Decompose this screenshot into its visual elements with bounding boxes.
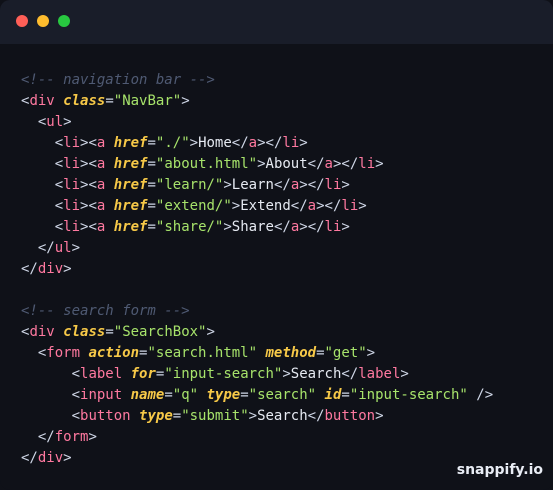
close-icon[interactable] xyxy=(16,15,28,27)
code-line: <label for="input-search">Search</label> xyxy=(71,366,409,382)
code-window: <!-- navigation bar --> <div class="NavBa… xyxy=(0,0,553,490)
code-line: <li><a href="share/">Share</a></li> xyxy=(54,219,350,235)
code-line: <li><a href="about.html">About</a></li> xyxy=(54,156,384,172)
code-line: <li><a href="extend/">Extend</a></li> xyxy=(54,198,367,214)
code-line: <!-- navigation bar --> xyxy=(21,72,215,88)
code-line: </form> xyxy=(37,429,97,445)
code-line: <form action="search.html" method="get"> xyxy=(37,345,376,361)
code-line: <button type="submit">Search</button> xyxy=(71,408,384,424)
code-line: <input name="q" type="search" id="input-… xyxy=(71,387,494,403)
minimize-icon[interactable] xyxy=(37,15,49,27)
code-line: <li><a href="./">Home</a></li> xyxy=(54,135,308,151)
code-line: <li><a href="learn/">Learn</a></li> xyxy=(54,177,350,193)
code-block: <!-- navigation bar --> <div class="NavBa… xyxy=(21,70,493,469)
code-line: </ul> xyxy=(37,240,81,256)
maximize-icon[interactable] xyxy=(58,15,70,27)
code-line: <ul> xyxy=(37,114,72,130)
code-line: </div> xyxy=(21,450,72,466)
window-titlebar xyxy=(0,0,553,44)
watermark: snappify.io xyxy=(456,462,543,478)
code-line: <!-- search form --> xyxy=(21,303,190,319)
code-line: <div class="SearchBox"> xyxy=(21,324,215,340)
code-line: </div> xyxy=(21,261,72,277)
code-line: <div class="NavBar"> xyxy=(21,93,190,109)
